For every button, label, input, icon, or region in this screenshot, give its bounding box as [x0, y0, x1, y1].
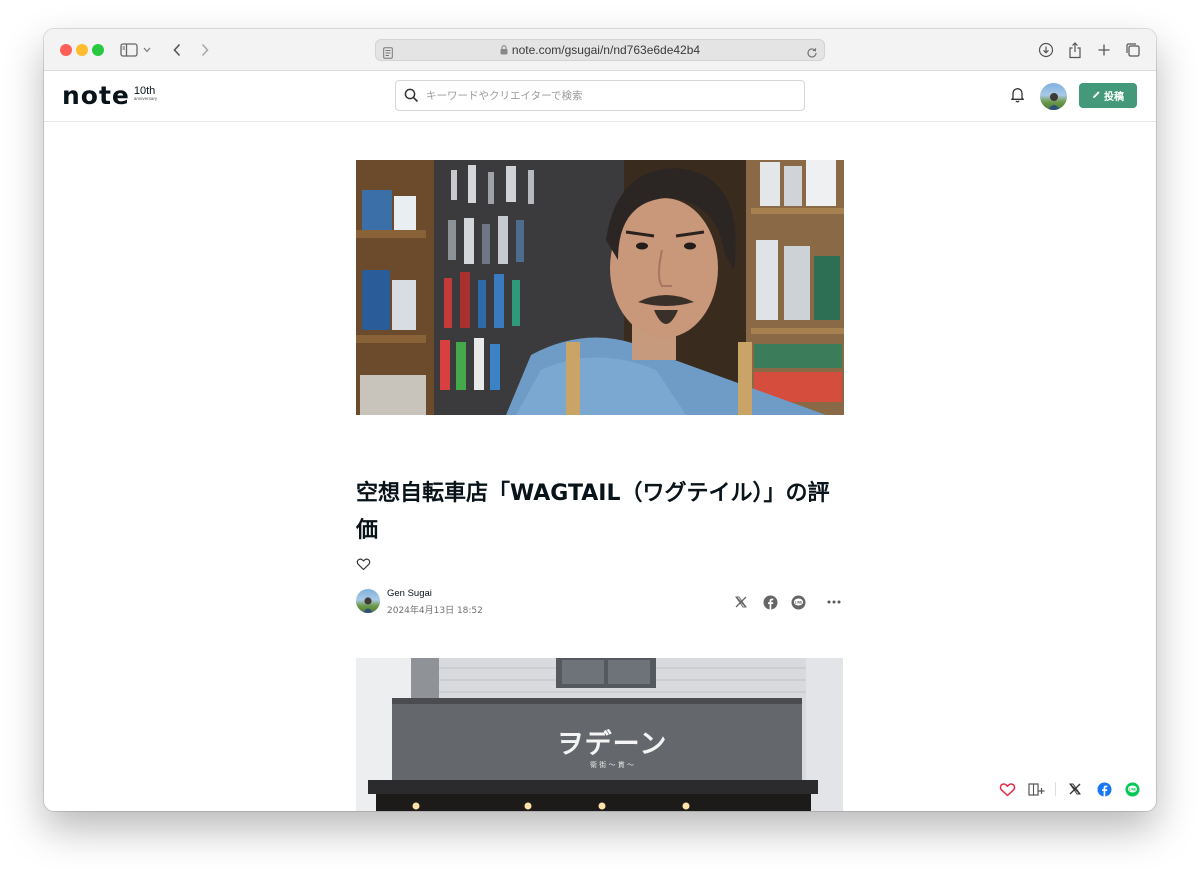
pencil-icon — [1092, 90, 1101, 102]
url-label: note.com/gsugai/n/nd763e6de42b4 — [511, 43, 701, 57]
lock-icon — [500, 44, 508, 58]
minimize-window-button[interactable] — [76, 44, 88, 56]
url-text: note.com/gsugai/n/nd763e6de42b4 — [376, 43, 824, 58]
share-x-icon[interactable] — [733, 594, 749, 610]
browser-toolbar: note.com/gsugai/n/nd763e6de42b4 — [44, 29, 1156, 71]
search-box — [395, 80, 805, 111]
share-line-floating-icon[interactable]: LINE — [1123, 780, 1141, 798]
post-button[interactable]: 投稿 — [1079, 83, 1137, 108]
author-name[interactable]: Gen Sugai — [387, 588, 432, 599]
close-window-button[interactable] — [60, 44, 72, 56]
site-header: note 10th anniversary 投稿 — [44, 71, 1156, 122]
more-options-icon[interactable] — [826, 594, 842, 610]
author-avatar[interactable] — [356, 589, 380, 613]
tab-overview-icon[interactable] — [1123, 40, 1143, 60]
note-logo[interactable]: note 10th anniversary — [62, 83, 157, 109]
browser-window: note.com/gsugai/n/nd763e6de42b4 note 10t… — [44, 29, 1156, 811]
share-x-floating-icon[interactable] — [1066, 780, 1084, 798]
article-eyecatch-image — [356, 160, 844, 415]
storefront-sign-text: ヲデーン — [556, 729, 668, 760]
add-to-magazine-icon[interactable] — [1026, 780, 1046, 798]
forward-icon[interactable] — [195, 40, 215, 60]
badge-anniversary: anniversary — [133, 96, 158, 101]
article-title: 空想自転車店「WAGTAIL（ワグテイル）」の評価 — [356, 481, 830, 543]
logo-word: note — [62, 81, 130, 110]
downloads-icon[interactable] — [1036, 40, 1056, 60]
like-button-floating[interactable] — [997, 780, 1017, 798]
share-icon[interactable] — [1065, 40, 1085, 60]
user-avatar[interactable] — [1040, 83, 1067, 110]
article-inline-image: ヲデーン 衛 街 ～ 貫 ～ — [356, 658, 843, 811]
chevron-down-icon[interactable] — [141, 40, 153, 60]
new-tab-icon[interactable] — [1094, 40, 1114, 60]
search-input[interactable] — [426, 85, 796, 107]
search-icon — [404, 88, 419, 107]
notification-bell-icon[interactable] — [1010, 86, 1025, 107]
back-icon[interactable] — [167, 40, 187, 60]
reload-icon[interactable] — [806, 44, 818, 63]
svg-text:LINE: LINE — [794, 600, 801, 604]
storefront-sign-subtext: 衛 街 ～ 貫 ～ — [590, 761, 634, 769]
share-line-icon[interactable]: LINE — [790, 594, 806, 610]
address-bar[interactable]: note.com/gsugai/n/nd763e6de42b4 — [375, 39, 825, 61]
floating-bar-divider — [1055, 782, 1056, 796]
share-facebook-floating-icon[interactable] — [1095, 780, 1113, 798]
sidebar-toggle-icon[interactable] — [119, 40, 139, 60]
svg-text:LINE: LINE — [1128, 787, 1135, 791]
zoom-window-button[interactable] — [92, 44, 104, 56]
share-facebook-icon[interactable] — [762, 594, 778, 610]
post-button-label: 投稿 — [1104, 92, 1124, 103]
like-heart-icon[interactable] — [356, 556, 371, 575]
anniversary-badge: 10th anniversary — [134, 86, 157, 102]
post-date: 2024年4月13日 18:52 — [387, 606, 483, 616]
